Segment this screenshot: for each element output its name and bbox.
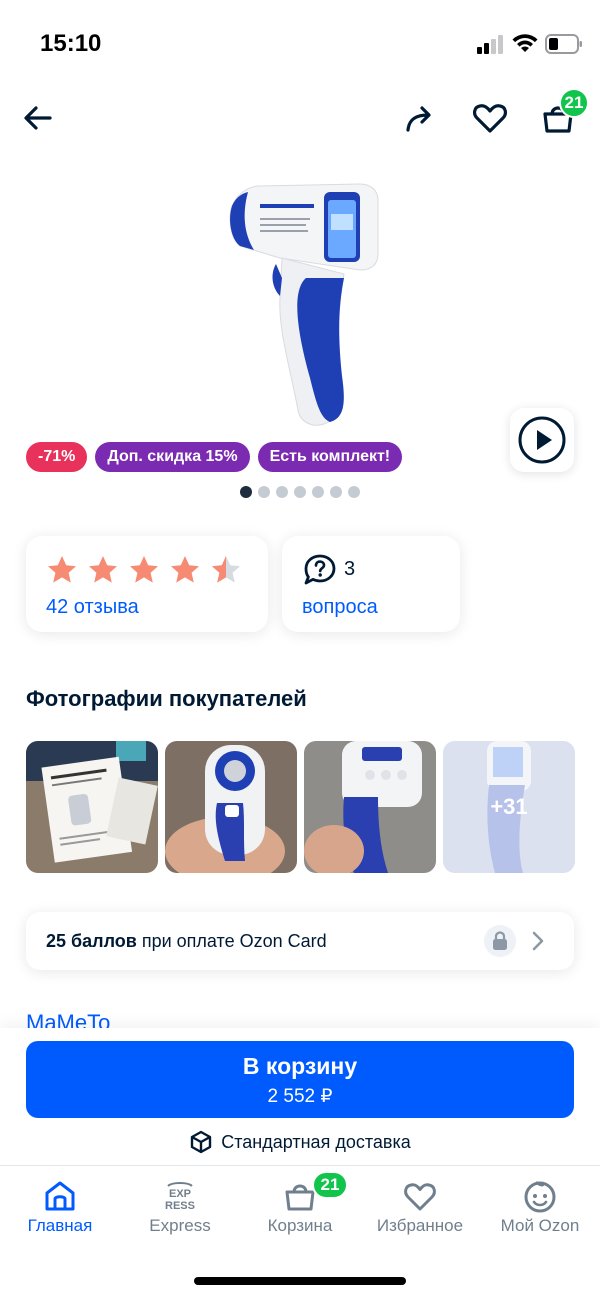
- play-video-button[interactable]: [510, 408, 574, 472]
- product-badges: -71% Доп. скидка 15% Есть комплект!: [26, 442, 403, 472]
- questions-count: 3: [344, 558, 356, 580]
- express-logo-icon: EXP RESS: [165, 1182, 195, 1212]
- tab-cart-label: Корзина: [267, 1216, 333, 1235]
- star-icon: [130, 556, 158, 583]
- pagination-dot: [258, 486, 270, 498]
- tab-home-label: Главная: [27, 1216, 93, 1235]
- tab-profile-label: Мой Ozon: [500, 1216, 580, 1235]
- star-icon: [48, 556, 76, 583]
- gallery-pagination: [240, 486, 360, 498]
- points-text: 25 баллов при оплате Ozon Card: [46, 931, 327, 952]
- half-star-icon: [212, 556, 240, 583]
- seller-name[interactable]: MaMeTo: [26, 1010, 110, 1030]
- svg-text:EXP: EXP: [169, 1188, 191, 1200]
- pagination-dot: [348, 486, 360, 498]
- photo-hand-thermometer: [165, 741, 297, 873]
- lock-icon: [493, 931, 507, 950]
- box-icon: [191, 1130, 212, 1154]
- wifi-icon: [512, 34, 538, 52]
- back-button[interactable]: [16, 96, 60, 140]
- tab-home[interactable]: Главная: [0, 1166, 120, 1246]
- points-amount: 25 баллов: [46, 931, 137, 951]
- share-button[interactable]: [398, 96, 442, 140]
- tab-profile[interactable]: Мой Ozon: [480, 1166, 600, 1246]
- extra-discount-badge: Доп. скидка 15%: [95, 442, 250, 472]
- pagination-dot: [312, 486, 324, 498]
- rating-card[interactable]: 42 отзыва: [26, 536, 268, 632]
- discount-badge: -71%: [26, 442, 88, 472]
- ozon-card-points-row[interactable]: 25 баллов при оплате Ozon Card: [26, 912, 574, 970]
- add-to-cart-button[interactable]: В корзину 2 552 ₽: [26, 1041, 574, 1118]
- question-bubble-icon: [304, 554, 336, 585]
- pagination-dot: [330, 486, 342, 498]
- customer-photos-title: Фотографии покупателей: [26, 686, 307, 711]
- pagination-dot: [294, 486, 306, 498]
- points-description: при оплате Ozon Card: [136, 931, 327, 951]
- tab-express-label: Express: [149, 1216, 211, 1235]
- customer-photo[interactable]: [165, 741, 297, 873]
- signal-icon: [477, 35, 503, 54]
- heart-icon: [473, 104, 507, 133]
- delivery-label: Стандартная доставка: [221, 1131, 411, 1152]
- lock-badge: [484, 925, 516, 957]
- arrow-left-icon: [24, 106, 52, 130]
- cart-count-badge: 21: [559, 88, 589, 118]
- star-icon: [89, 556, 117, 583]
- svg-text:RESS: RESS: [165, 1200, 195, 1212]
- status-bar: 15:10: [0, 0, 600, 88]
- bundle-badge: Есть комплект!: [257, 442, 403, 472]
- pagination-dot-active: [240, 486, 252, 498]
- customer-photo[interactable]: [26, 741, 158, 873]
- customer-photos-strip: +31: [26, 741, 575, 873]
- tab-favorites-label: Избранное: [376, 1216, 464, 1235]
- bottom-tab-bar: Главная EXP RESS Express Корзина Избранн…: [0, 1166, 600, 1246]
- share-arrow-icon: [406, 106, 431, 132]
- price: 2 552 ₽: [267, 1086, 333, 1107]
- tab-cart-count-badge: 21: [312, 1171, 348, 1199]
- delivery-info[interactable]: Стандартная доставка: [0, 1130, 600, 1154]
- smiley-face-icon: [524, 1181, 556, 1213]
- star-icon: [171, 556, 199, 583]
- questions-card[interactable]: 3 вопроса: [282, 536, 460, 632]
- add-to-cart-label: В корзину: [242, 1053, 358, 1079]
- tab-favorites[interactable]: Избранное: [360, 1166, 480, 1246]
- heart-icon: [404, 1183, 436, 1211]
- photo-thermometer-side: [304, 741, 436, 873]
- home-indicator: [194, 1277, 406, 1285]
- questions-link[interactable]: вопроса: [302, 596, 378, 619]
- reviews-link[interactable]: 42 отзыва: [46, 596, 139, 619]
- photo-box-instructions: [26, 741, 158, 873]
- status-time: 15:10: [40, 30, 102, 57]
- product-image[interactable]: [220, 178, 380, 434]
- home-icon: [45, 1181, 75, 1211]
- chevron-right-icon: [532, 931, 544, 951]
- tab-express[interactable]: EXP RESS Express: [120, 1166, 240, 1246]
- battery-icon: [545, 34, 582, 54]
- play-icon: [518, 416, 566, 464]
- pagination-dot: [276, 486, 288, 498]
- customer-photo[interactable]: [304, 741, 436, 873]
- customer-photo-more[interactable]: +31: [443, 741, 575, 873]
- more-photos-count: +31: [490, 794, 528, 819]
- favorite-button[interactable]: [468, 96, 512, 140]
- rating-stars: [46, 554, 242, 586]
